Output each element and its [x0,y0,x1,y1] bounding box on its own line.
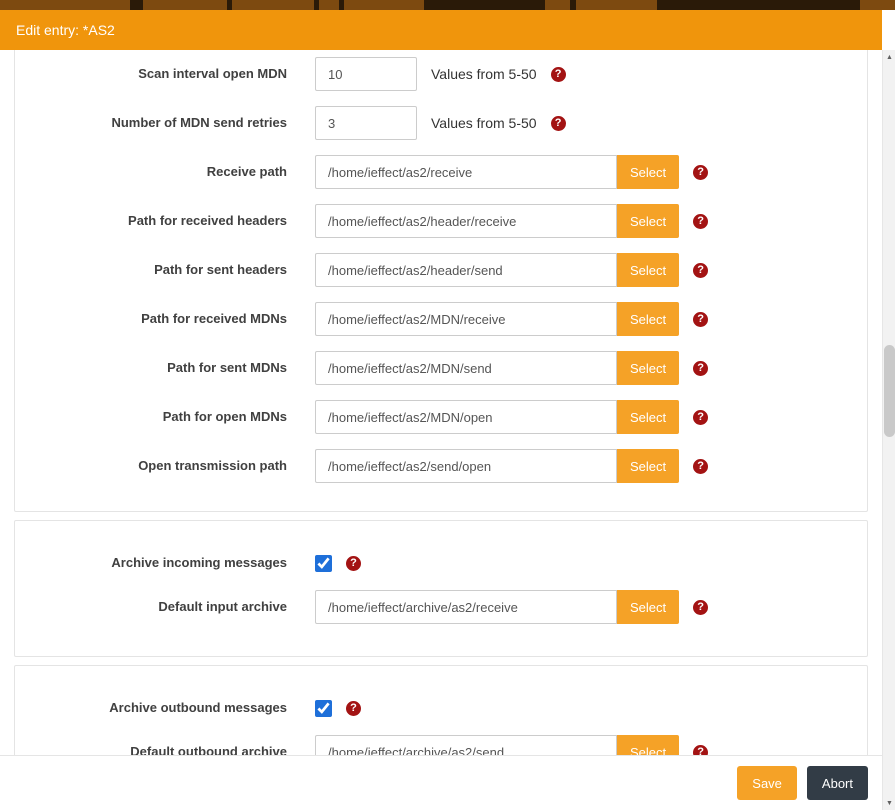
modal-body: Scan interval open MDN Values from 5-50 … [0,50,882,755]
panel-archive-incoming: Archive incoming messages ? Default inpu… [14,520,868,657]
background-block [576,0,657,10]
default-outbound-archive-input[interactable] [315,735,617,755]
receive-path-label: Receive path [15,164,287,180]
help-icon[interactable]: ? [551,67,566,82]
edit-entry-modal: Edit entry: *AS2 Scan interval open MDN … [0,10,882,755]
default-input-archive-input[interactable] [315,590,617,624]
help-icon[interactable]: ? [693,214,708,229]
receive-path-input[interactable] [315,155,617,189]
modal-footer: Save Abort [0,755,882,810]
open-mdns-path-input[interactable] [315,400,617,434]
panel-archive-outbound: Archive outbound messages ? Default outb… [14,665,868,755]
archive-outbound-checkbox[interactable] [315,700,332,717]
help-icon[interactable]: ? [693,459,708,474]
form-row-default-input-archive: Default input archive Select ? [15,590,867,624]
save-button[interactable]: Save [737,766,797,800]
scrollbar-thumb[interactable] [884,345,895,437]
select-button[interactable]: Select [617,590,679,624]
received-headers-path-input[interactable] [315,204,617,238]
input-group: Select [315,253,679,287]
panel-paths: Scan interval open MDN Values from 5-50 … [14,50,868,512]
received-headers-label: Path for received headers [15,213,287,229]
open-transmission-path-input[interactable] [315,449,617,483]
dimmed-background-header [0,0,895,10]
scan-interval-hint: Values from 5-50 [431,66,537,82]
mdn-retries-input[interactable] [315,106,417,140]
scrollbar-up-arrow-icon[interactable]: ▲ [883,50,895,64]
modal-header: Edit entry: *AS2 [0,10,882,50]
input-group: Select [315,590,679,624]
page: Edit entry: *AS2 Scan interval open MDN … [0,0,895,810]
scan-interval-label: Scan interval open MDN [15,66,287,82]
scrollbar-down-arrow-icon[interactable]: ▼ [883,796,895,810]
input-group: Select [315,351,679,385]
input-group: Select [315,204,679,238]
select-button[interactable]: Select [617,155,679,189]
help-icon[interactable]: ? [551,116,566,131]
help-icon[interactable]: ? [693,263,708,278]
form-row-default-outbound-archive: Default outbound archive Select ? [15,735,867,755]
background-block [860,0,895,10]
abort-button[interactable]: Abort [807,766,868,800]
help-icon[interactable]: ? [693,745,708,756]
help-icon[interactable]: ? [346,701,361,716]
form-row-scan-interval: Scan interval open MDN Values from 5-50 … [15,57,867,91]
form-row-sent-mdns: Path for sent MDNs Select ? [15,351,867,385]
background-block [545,0,570,10]
help-icon[interactable]: ? [693,361,708,376]
form-row-open-transmission: Open transmission path Select ? [15,449,867,483]
input-group: Select [315,449,679,483]
help-icon[interactable]: ? [693,312,708,327]
form-row-mdn-retries: Number of MDN send retries Values from 5… [15,106,867,140]
help-icon[interactable]: ? [693,410,708,425]
received-mdns-label: Path for received MDNs [15,311,287,327]
form-row-received-headers: Path for received headers Select ? [15,204,867,238]
sent-headers-path-input[interactable] [315,253,617,287]
archive-outbound-label: Archive outbound messages [15,700,287,716]
sent-headers-label: Path for sent headers [15,262,287,278]
sent-mdns-path-input[interactable] [315,351,617,385]
default-input-archive-label: Default input archive [15,599,287,615]
input-group: Select [315,302,679,336]
form-row-received-mdns: Path for received MDNs Select ? [15,302,867,336]
default-outbound-archive-label: Default outbound archive [15,744,287,755]
form-row-archive-incoming: Archive incoming messages ? [15,551,867,575]
form-row-archive-outbound: Archive outbound messages ? [15,696,867,720]
scrollbar[interactable]: ▲ ▼ [882,50,895,810]
open-transmission-label: Open transmission path [15,458,287,474]
form-row-receive-path: Receive path Select ? [15,155,867,189]
scan-interval-input[interactable] [315,57,417,91]
modal-title: Edit entry: *AS2 [16,22,115,38]
archive-incoming-label: Archive incoming messages [15,555,287,571]
select-button[interactable]: Select [617,302,679,336]
form-row-open-mdns: Path for open MDNs Select ? [15,400,867,434]
mdn-retries-hint: Values from 5-50 [431,115,537,131]
help-icon[interactable]: ? [346,556,361,571]
background-block [344,0,424,10]
sent-mdns-label: Path for sent MDNs [15,360,287,376]
select-button[interactable]: Select [617,449,679,483]
input-group: Select [315,400,679,434]
select-button[interactable]: Select [617,400,679,434]
input-group: Select [315,155,679,189]
background-block [232,0,314,10]
archive-incoming-checkbox[interactable] [315,555,332,572]
input-group: Select [315,735,679,755]
form-row-sent-headers: Path for sent headers Select ? [15,253,867,287]
background-block [143,0,227,10]
help-icon[interactable]: ? [693,600,708,615]
select-button[interactable]: Select [617,735,679,755]
background-block [319,0,339,10]
select-button[interactable]: Select [617,204,679,238]
open-mdns-label: Path for open MDNs [15,409,287,425]
select-button[interactable]: Select [617,253,679,287]
background-block [0,0,130,10]
received-mdns-path-input[interactable] [315,302,617,336]
help-icon[interactable]: ? [693,165,708,180]
mdn-retries-label: Number of MDN send retries [15,115,287,131]
select-button[interactable]: Select [617,351,679,385]
